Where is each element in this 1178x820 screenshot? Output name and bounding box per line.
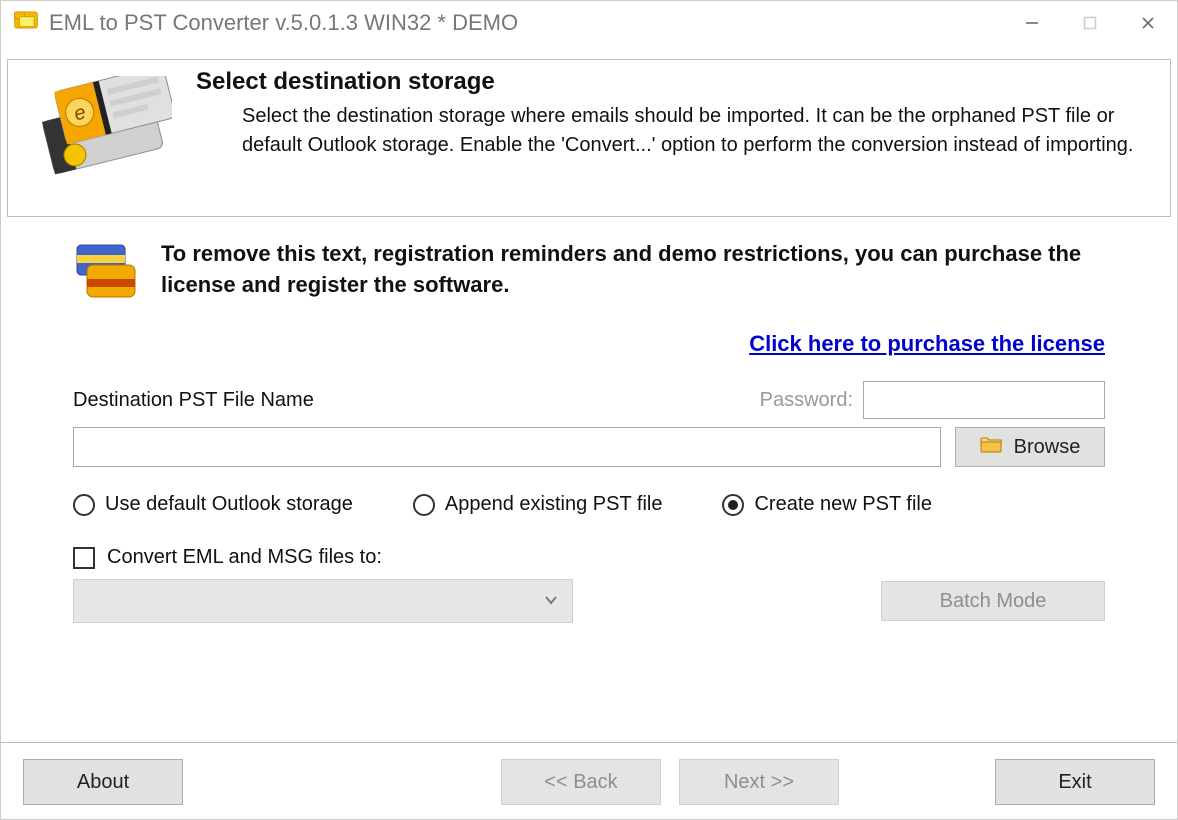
app-window: EML to PST Converter v.5.0.1.3 WIN32 * D… xyxy=(0,0,1178,820)
wizard-footer: About << Back Next >> Exit xyxy=(1,742,1177,819)
convert-target-dropdown xyxy=(73,579,573,623)
about-button-label: About xyxy=(77,771,129,794)
purchase-license-link[interactable]: Click here to purchase the license xyxy=(73,331,1105,357)
next-button[interactable]: Next >> xyxy=(679,759,839,805)
window-title: EML to PST Converter v.5.0.1.3 WIN32 * D… xyxy=(49,10,518,36)
destination-path-input[interactable] xyxy=(73,427,941,467)
convert-checkbox[interactable] xyxy=(73,547,95,569)
content-area: To remove this text, registration remind… xyxy=(1,217,1177,742)
demo-nag: To remove this text, registration remind… xyxy=(73,239,1105,309)
batch-mode-button[interactable]: Batch Mode xyxy=(881,581,1105,621)
radio-create-new[interactable]: Create new PST file xyxy=(722,493,932,516)
password-input[interactable] xyxy=(863,381,1105,419)
wizard-title: Select destination storage xyxy=(196,68,1156,96)
license-cards-icon xyxy=(73,239,137,309)
wizard-header: e Select destination storage Select the … xyxy=(7,59,1171,217)
maximize-button xyxy=(1061,1,1119,45)
password-label: Password: xyxy=(760,389,853,412)
convert-checkbox-label: Convert EML and MSG files to: xyxy=(107,546,382,569)
minimize-button[interactable] xyxy=(1003,1,1061,45)
back-button[interactable]: << Back xyxy=(501,759,661,805)
exit-button[interactable]: Exit xyxy=(995,759,1155,805)
close-button[interactable] xyxy=(1119,1,1177,45)
about-button[interactable]: About xyxy=(23,759,183,805)
browse-button[interactable]: Browse xyxy=(955,427,1105,467)
exit-button-label: Exit xyxy=(1058,771,1091,794)
browse-button-label: Browse xyxy=(1014,436,1081,459)
back-button-label: << Back xyxy=(544,771,617,794)
titlebar: EML to PST Converter v.5.0.1.3 WIN32 * D… xyxy=(1,1,1177,45)
radio-create-new-label: Create new PST file xyxy=(754,493,932,516)
chevron-down-icon xyxy=(544,590,558,613)
client-area: e Select destination storage Select the … xyxy=(1,45,1177,819)
radio-default-outlook-label: Use default Outlook storage xyxy=(105,493,353,516)
demo-nag-text: To remove this text, registration remind… xyxy=(161,239,1105,301)
destination-storage-icon: e xyxy=(32,66,172,192)
batch-mode-button-label: Batch Mode xyxy=(940,590,1047,613)
folder-icon xyxy=(980,435,1002,459)
next-button-label: Next >> xyxy=(724,771,794,794)
radio-append-existing[interactable]: Append existing PST file xyxy=(413,493,663,516)
app-icon xyxy=(13,7,39,39)
radio-append-existing-label: Append existing PST file xyxy=(445,493,663,516)
wizard-description: Select the destination storage where ema… xyxy=(242,102,1156,160)
storage-mode-radios: Use default Outlook storage Append exist… xyxy=(73,493,1105,516)
destination-label: Destination PST File Name xyxy=(73,389,314,412)
radio-default-outlook[interactable]: Use default Outlook storage xyxy=(73,493,353,516)
